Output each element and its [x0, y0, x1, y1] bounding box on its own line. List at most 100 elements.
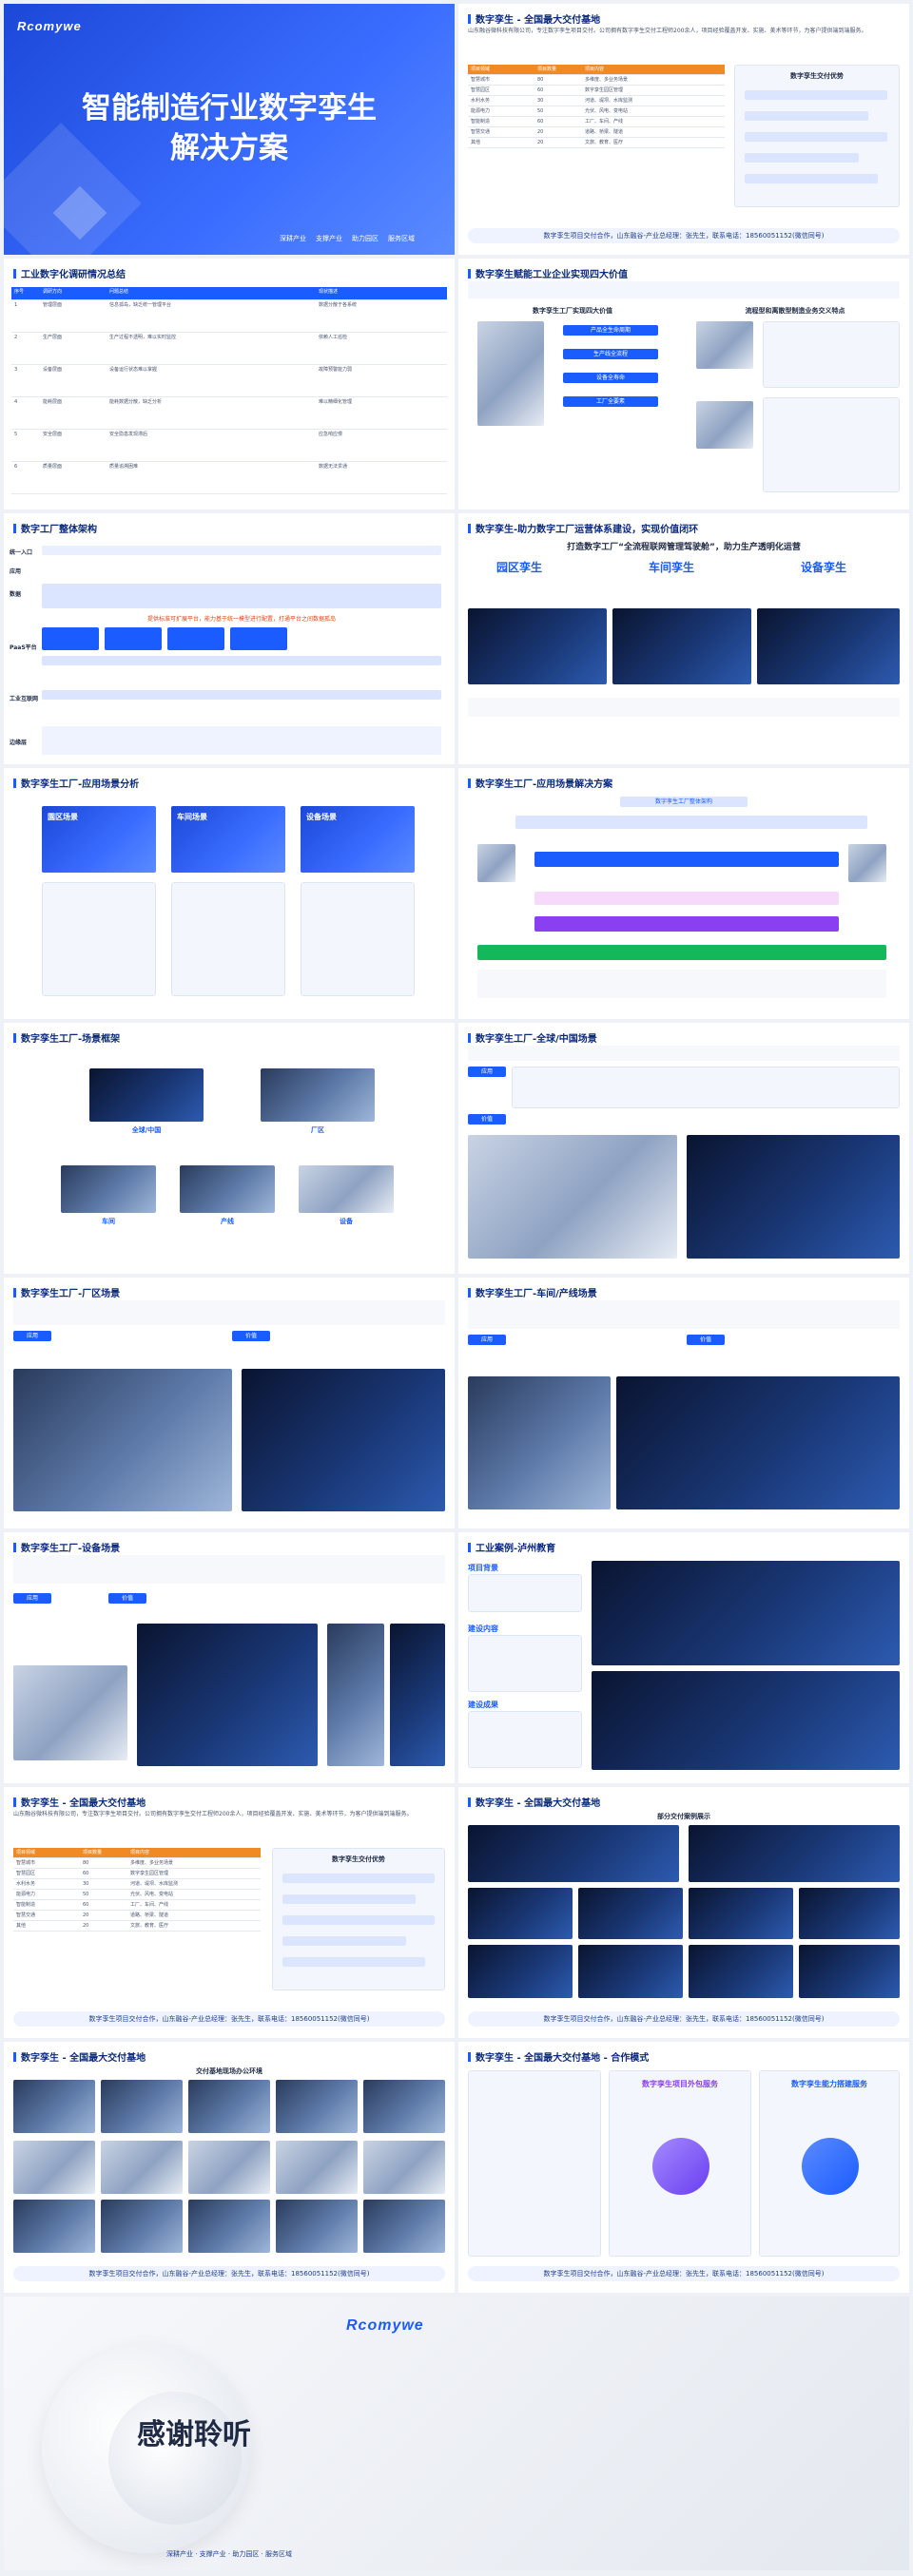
slide-header: 数字孪生工厂-厂区场景: [13, 1285, 120, 1299]
table-row: 2 生产层面 生产过程不透明，难以实时监控 依赖人工巡检: [11, 333, 447, 365]
scene-label: 全球/中国: [131, 1126, 162, 1134]
layer-label: 数据: [10, 591, 22, 598]
case-text: [468, 1635, 582, 1692]
cell: 数据分散于各系统: [316, 300, 447, 333]
table-header-cell: 项目内容: [127, 1848, 261, 1858]
scenario-analysis-slide: 数字孪生工厂-应用场景分析 園区场景 车间场景 设备场景: [4, 768, 455, 1019]
cell: 50: [534, 106, 582, 117]
intro-text: 山东融谷微科技有限公司，专注数字孪生项目交付。公司拥有数字孪生交付工程师200余…: [468, 28, 867, 34]
office-photo: [188, 2080, 270, 2133]
cell: 信息孤岛，缺乏统一管理平台: [107, 300, 316, 333]
cell: 能耗数据分散，缺乏分析: [107, 397, 316, 430]
mode-title: 数字孪生项目外包服务: [642, 2080, 718, 2088]
case-thumbnail: [468, 1825, 679, 1882]
office-photo: [101, 2080, 183, 2133]
apply-tag: 应用: [468, 1335, 506, 1345]
case-thumbnail: [578, 1945, 683, 1998]
edge-devices: [42, 726, 441, 755]
table-row: 3 设备层面 设备运行状态难以掌握 故障预警能力弱: [11, 365, 447, 397]
plant-aerial-image: [13, 1369, 232, 1511]
slide-header: 数字孪生工厂-设备场景: [13, 1540, 120, 1554]
table-row: 智能制造 60 工厂、车间、产线: [468, 117, 725, 127]
slide-header: 数字孪生 - 全国最大交付基地: [468, 1795, 600, 1809]
value-tag: 价值: [108, 1593, 146, 1604]
case-thumbnail: [799, 1945, 900, 1998]
scenario-framework-slide: 数字孪生工厂-场景框架 全球/中国 厂区 车间 产线 设备: [4, 1023, 455, 1274]
cell: 1: [11, 300, 40, 333]
layer-label: 边缘层: [10, 740, 28, 746]
case-thumbnail: [468, 1888, 573, 1939]
cell: 管理层面: [40, 300, 107, 333]
scenario-detail: [42, 882, 156, 996]
cell: 生产过程不透明，难以实时监控: [107, 333, 316, 365]
slide-header: 数字工厂整体架构: [13, 521, 97, 535]
office-photo: [363, 2141, 445, 2194]
table-header-row: 项目领域 项目数量 项目内容: [13, 1848, 261, 1858]
table-header-cell: 序号: [11, 287, 40, 300]
globe-dashboard-image: [687, 1135, 900, 1259]
robot-image: [327, 1624, 384, 1766]
office-photo: [101, 2141, 183, 2194]
cell: 应急响应慢: [316, 430, 447, 462]
scene-label: 车间: [102, 1218, 115, 1225]
case-section-title: 建设内容: [468, 1624, 498, 1633]
intro-text-block: [13, 1555, 445, 1584]
process-illustration: [696, 321, 753, 369]
cell: 设备层面: [40, 365, 107, 397]
arch-block: [42, 627, 99, 650]
cell: 水利水务: [13, 1879, 80, 1890]
advantage-line: [282, 1957, 425, 1967]
table-header-cell: 项目内容: [582, 65, 725, 75]
cell: 工厂、车间、产线: [127, 1900, 261, 1911]
plant-scene-slide: 数字孪生工厂-厂区场景 应用 价值: [4, 1278, 455, 1528]
table-header-row: 序号 调研方向 问题总结 现状描述: [11, 287, 447, 300]
cell: 安全层面: [40, 430, 107, 462]
four-values-slide: 数字孪生赋能工业企业实现四大价值 数字孪生工厂实现四大价值 产品全生命周期 生产…: [458, 259, 909, 509]
plant-twin-image: [242, 1369, 445, 1511]
apply-list: [512, 1067, 900, 1108]
office-photo: [363, 2080, 445, 2133]
cell: 3: [11, 365, 40, 397]
china-map-image: [468, 1135, 677, 1259]
delivery-base-slide-2: 数字孪生 - 全国最大交付基地 山东融谷微科技有限公司，专注数字孪生项目交付。公…: [4, 1787, 455, 2038]
advantage-line: [282, 1915, 435, 1925]
cell: 质量层面: [40, 462, 107, 494]
intro-text-block: [13, 1300, 445, 1325]
arch-block: [230, 627, 287, 650]
cell: 20: [534, 138, 582, 148]
advantage-line: [745, 111, 868, 121]
table-row: 智慧交通 20 道路、桥梁、隧道: [13, 1911, 261, 1921]
layer-bar: [42, 656, 441, 665]
value-tag: 价值: [232, 1331, 270, 1341]
case-text: [468, 1574, 582, 1612]
office-photo: [13, 2141, 95, 2194]
cover-title-line1: 智能制造行业数字孪生: [82, 91, 377, 125]
contact-footer: 数字孪生项目交付合作，山东融谷-产业总经理：张先生，联系电话：185600511…: [468, 2266, 900, 2281]
process-card: [763, 321, 900, 388]
table-row: 能源电力 50 光伏、风电、变电站: [468, 106, 725, 117]
cell: 智能制造: [13, 1900, 80, 1911]
table-header-cell: 调研方向: [40, 287, 107, 300]
case-thumbnail: [689, 1888, 793, 1939]
cell: 60: [534, 86, 582, 96]
thanks-title: 感谢聆听: [137, 2418, 251, 2451]
cell: 5: [11, 430, 40, 462]
global-scene-image: [89, 1068, 204, 1122]
case-section-title: 建设成果: [468, 1701, 498, 1709]
cell: 智能制造: [468, 117, 534, 127]
description-block: [468, 698, 900, 717]
advantage-line: [282, 1894, 416, 1904]
cell: 光伏、风电、变电站: [127, 1890, 261, 1900]
slide-header: 数字孪生-助力数字工厂运营体系建设，实现价值闭环: [468, 521, 698, 535]
cover-tag: 助力园区: [352, 235, 379, 242]
office-photo: [101, 2200, 183, 2253]
cell: 河道、堤坝、水库监测: [582, 96, 725, 106]
cover-tag: 支撑产业: [316, 235, 342, 242]
cell: 能源电力: [468, 106, 534, 117]
advantage-title: 数字孪生交付优势: [332, 1855, 385, 1863]
advantage-title: 数字孪生交付优势: [790, 72, 844, 80]
scenario-detail: [171, 882, 285, 996]
office-photo: [13, 2200, 95, 2253]
equipment-twin-image: [757, 608, 900, 684]
layer-label: 应用: [10, 568, 22, 575]
